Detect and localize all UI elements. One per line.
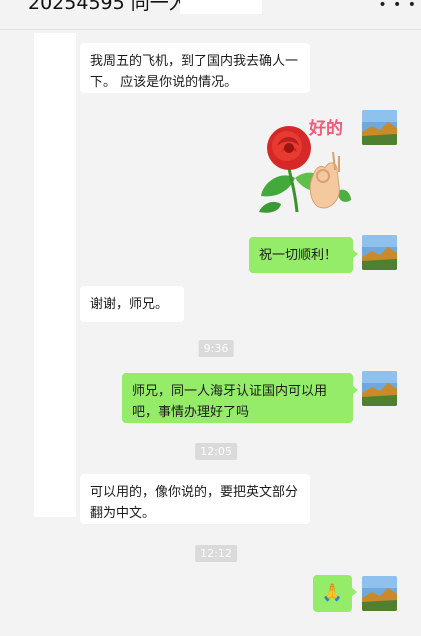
message-text: 祝一切顺利！	[259, 248, 338, 263]
chat-title[interactable]: 20254595 同一人	[28, 0, 188, 15]
message-received[interactable]: 可以用的，像你说的，要把英文部分翻为中文。	[80, 474, 310, 524]
svg-text:好的: 好的	[308, 118, 343, 139]
my-avatar[interactable]	[362, 110, 397, 145]
message-text: 师兄，同一人海牙认证国内可以用吧，事情办理好了吗	[132, 384, 328, 420]
landscape-avatar-icon	[362, 110, 397, 145]
chat-header: 20254595 同一人 • • •	[0, 0, 421, 30]
message-received[interactable]: 我周五的飞机，到了国内我去确人一下。 应该是你说的情况。	[80, 43, 310, 93]
message-sent[interactable]: 祝一切顺利！	[249, 237, 358, 273]
my-avatar[interactable]	[362, 371, 397, 406]
message-received[interactable]: 谢谢，师兄。	[80, 286, 184, 322]
message-text: 谢谢，师兄。	[90, 297, 169, 312]
message-text: 我周五的飞机，到了国内我去确人一下。 应该是你说的情况。	[90, 54, 299, 90]
landscape-avatar-icon	[362, 371, 397, 406]
message-sent[interactable]: 师兄，同一人海牙认证国内可以用吧，事情办理好了吗	[122, 373, 358, 423]
title-redaction	[180, 0, 262, 14]
timestamp: 12:12	[195, 545, 237, 562]
sticker-message[interactable]: 好的	[251, 112, 355, 216]
message-list[interactable]: 我周五的飞机，到了国内我去确人一下。 应该是你说的情况。 好的 祝一切顺利！ 谢…	[0, 30, 421, 636]
message-text: 可以用的，像你说的，要把英文部分翻为中文。	[90, 485, 299, 521]
landscape-avatar-icon	[362, 235, 397, 270]
timestamp: 9:36	[198, 340, 234, 357]
my-avatar[interactable]	[362, 235, 397, 270]
contact-avatar-column	[34, 33, 76, 517]
landscape-avatar-icon	[362, 576, 397, 611]
message-sent-emoji[interactable]: 🙏	[313, 575, 357, 612]
more-icon[interactable]: • • •	[378, 0, 417, 12]
my-avatar[interactable]	[362, 576, 397, 611]
praying-hands-emoji-icon: 🙏	[321, 583, 344, 603]
timestamp: 12:05	[195, 443, 237, 460]
rose-ok-hand-sticker-icon: 好的	[259, 118, 351, 213]
